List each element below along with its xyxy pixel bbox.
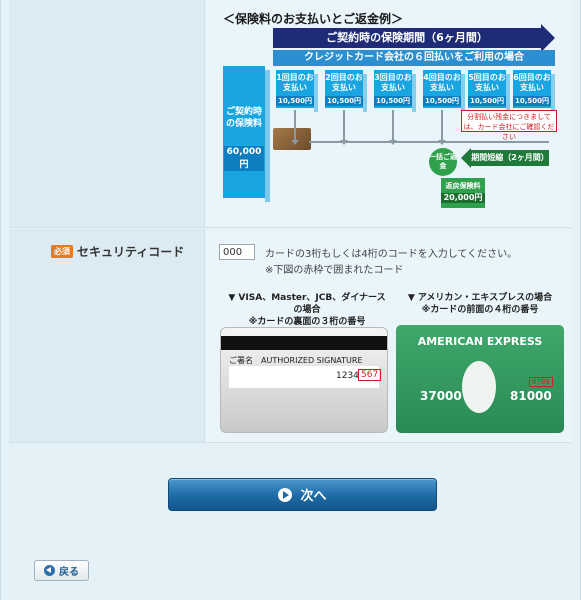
payment-drop-arrow xyxy=(438,110,446,145)
amex-number-right: 81000 xyxy=(510,389,552,403)
first-payment-label: ご契約時の保険料 xyxy=(225,107,262,129)
lump-refund-badge: 一括ご返金 xyxy=(429,148,457,176)
amex-cvv-highlight: 6789 xyxy=(529,377,553,387)
installment-label: 4回目のお支払い xyxy=(423,73,461,92)
back-button[interactable]: 戻る xyxy=(34,560,89,581)
credit-card-image xyxy=(273,128,311,150)
security-code-title: セキュリティコード xyxy=(77,245,185,259)
installment-shadow xyxy=(551,74,555,112)
period-shortened-band: 期間短縮（2ヶ月間） xyxy=(471,150,549,166)
amex-header-title: ▼ アメリカン・エキスプレスの場合 xyxy=(407,293,553,303)
installment-amount: 10,500円 xyxy=(374,96,412,106)
button-area xyxy=(9,444,572,600)
installment-label: 5回目のお支払い xyxy=(468,73,506,92)
security-code-help: カードの3桁もしくは4桁のコードを入力してください。 xyxy=(265,249,518,260)
next-button-label: 次へ xyxy=(300,489,327,504)
amex-header-sub: ※カードの前面の４桁の番号 xyxy=(421,305,539,315)
installment-box: 5回目のお支払い 10,500円 xyxy=(468,70,506,108)
visa-card-back-image: ご署名 AUTHORIZED SIGNATURE 1234 567 xyxy=(220,327,388,433)
payment-drop-arrow xyxy=(389,110,397,145)
visa-header: ▼ VISA、Master、JCB、ダイナースの場合 ※カードの裏面の３桁の番号 xyxy=(227,292,387,328)
installment-shadow xyxy=(412,74,416,112)
payment-drop-arrow xyxy=(291,110,299,145)
period-short-arrow-icon xyxy=(461,148,471,168)
installment-amount: 10,500円 xyxy=(325,96,363,106)
installment-box: 1回目のお支払い 10,500円 xyxy=(276,70,314,108)
visa-header-title: ▼ VISA、Master、JCB、ダイナースの場合 xyxy=(228,293,386,315)
security-code-note: ※下図の赤枠で囲まれたコード xyxy=(265,265,404,276)
remaining-balance-note: 分割払い残金につきましては、カード会社にご確認ください xyxy=(461,110,557,141)
page: ＜保険料のお支払いとご返金例＞ ご契約時の保険期間（6ヶ月間） クレジットカード… xyxy=(0,0,581,600)
example-label-cell xyxy=(9,0,205,227)
example-title: ＜保険料のお支払いとご返金例＞ xyxy=(223,12,404,26)
period-arrow-icon xyxy=(541,24,555,52)
installment-label: 6回目のお支払い xyxy=(513,73,551,92)
back-button-label: 戻る xyxy=(59,567,79,578)
security-code-input[interactable] xyxy=(219,244,255,260)
installment-shadow xyxy=(461,74,465,112)
security-label-cell xyxy=(9,229,205,442)
installment-box: 6回目のお支払い 10,500円 xyxy=(513,70,551,108)
insurance-period-band: ご契約時の保険期間（6ヶ月間） xyxy=(273,28,541,48)
amex-number-left: 37000 xyxy=(420,389,462,403)
installment-shadow xyxy=(314,74,318,112)
installment-amount: 10,500円 xyxy=(468,96,506,106)
installment-plan-band: クレジットカード会社の６回払いをご利用の場合 xyxy=(273,50,555,66)
installment-box: 2回目のお支払い 10,500円 xyxy=(325,70,363,108)
amex-card-front-image: AMERICAN EXPRESS 37000 81000 6789 xyxy=(396,325,564,433)
installment-shadow xyxy=(363,74,367,112)
installment-amount: 10,500円 xyxy=(276,96,314,106)
installment-box: 3回目のお支払い 10,500円 xyxy=(374,70,412,108)
installment-label: 2回目のお支払い xyxy=(325,73,363,92)
installment-shadow xyxy=(506,74,510,112)
refund-premium-label: 返戻保険料 xyxy=(445,182,481,190)
next-button[interactable]: 次へ xyxy=(168,478,437,511)
signature-label: ご署名 AUTHORIZED SIGNATURE xyxy=(229,356,363,365)
amex-centurion-oval xyxy=(462,361,496,413)
security-code-label: 必須 セキュリティコード xyxy=(51,243,184,260)
installment-amount: 10,500円 xyxy=(423,96,461,106)
required-badge: 必須 xyxy=(51,245,73,258)
visa-card-number: 1234 xyxy=(336,371,359,381)
installment-box: 4回目のお支払い 10,500円 xyxy=(423,70,461,108)
visa-cvv-highlight: 567 xyxy=(358,369,382,381)
amex-header: ▼ アメリカン・エキスプレスの場合 ※カードの前面の４桁の番号 xyxy=(397,292,563,316)
installment-label: 3回目のお支払い xyxy=(374,73,412,92)
refund-premium-amount: 20,000円 xyxy=(441,193,485,203)
payment-drop-arrow xyxy=(340,110,348,145)
amex-brand-name: AMERICAN EXPRESS xyxy=(417,335,543,348)
first-payment-shadow xyxy=(265,70,270,202)
first-payment-amount: 60,000円 xyxy=(224,146,264,171)
installment-label: 1回目のお支払い xyxy=(276,73,314,92)
installment-amount: 10,500円 xyxy=(513,96,551,106)
back-arrow-icon xyxy=(44,565,55,576)
first-payment-box: ご契約時の保険料 60,000円 xyxy=(223,66,265,198)
magnetic-stripe xyxy=(221,336,387,350)
play-arrow-icon xyxy=(278,487,293,502)
refund-premium-box: 返戻保険料 20,000円 xyxy=(441,178,485,208)
